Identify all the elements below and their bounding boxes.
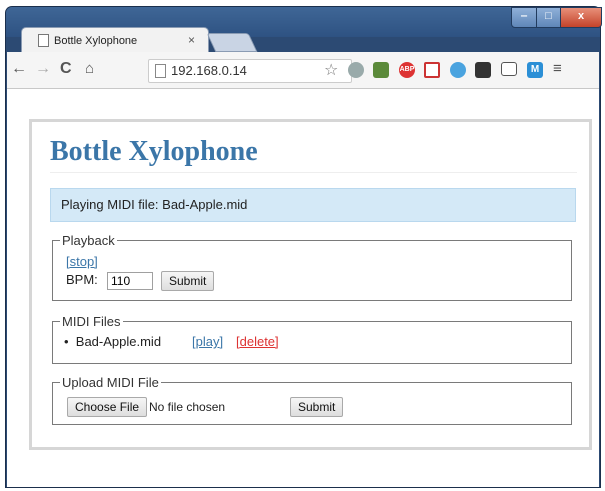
address-bar[interactable]: 192.168.0.14 — [148, 59, 352, 83]
search-extension-icon[interactable] — [348, 62, 364, 78]
menu-icon[interactable]: ≡ — [553, 60, 562, 77]
bpm-submit-button[interactable]: Submit — [161, 271, 215, 291]
back-icon[interactable]: ← — [11, 60, 27, 78]
evernote-extension-icon[interactable] — [373, 62, 389, 78]
close-window-button[interactable]: x — [560, 7, 602, 28]
status-text: Playing MIDI file: Bad-Apple.mid — [61, 197, 248, 212]
page-icon — [155, 64, 166, 78]
tab-title: Bottle Xylophone — [54, 35, 138, 47]
upload-submit-button[interactable]: Submit — [290, 397, 344, 417]
title-divider — [50, 172, 577, 173]
reload-icon[interactable]: C — [60, 60, 72, 78]
minimize-button[interactable]: ‒ — [511, 7, 537, 28]
bpm-label: BPM: — [66, 272, 98, 287]
playback-legend: Playback — [62, 233, 115, 248]
extension-m-icon[interactable]: M — [527, 62, 543, 78]
extension-plus-icon[interactable] — [424, 62, 440, 78]
midi-files-legend: MIDI Files — [62, 314, 121, 329]
play-link[interactable]: [play] — [192, 334, 223, 349]
tab-close-icon[interactable]: × — [188, 33, 195, 47]
browser-toolbar: ← → C ⌂ 192.168.0.14 ☆ ABP M ≡ — [7, 52, 599, 89]
minimize-icon: ‒ — [520, 10, 528, 22]
upload-legend: Upload MIDI File — [62, 375, 159, 390]
bullet: • — [64, 334, 76, 349]
status-alert: Playing MIDI file: Bad-Apple.mid — [50, 188, 576, 222]
midi-filename: Bad-Apple.mid — [75, 334, 162, 349]
browser-tab[interactable]: Bottle Xylophone × — [21, 27, 209, 53]
page-icon — [38, 34, 49, 47]
list-item: • Bad-Apple.mid — [64, 334, 161, 349]
close-icon: x — [577, 10, 585, 22]
stop-link[interactable]: [stop] — [66, 254, 98, 269]
url-text: 192.168.0.14 — [171, 63, 247, 78]
maximize-icon: □ — [545, 10, 552, 22]
forward-icon[interactable]: → — [35, 60, 51, 78]
delete-link[interactable]: [delete] — [236, 334, 279, 349]
extension-film-icon[interactable] — [475, 62, 491, 78]
playback-fieldset: Playback — [52, 233, 572, 301]
no-file-chosen-text: No file chosen — [149, 400, 226, 414]
home-icon[interactable]: ⌂ — [85, 60, 94, 77]
cast-icon[interactable] — [501, 62, 517, 76]
maximize-button[interactable]: □ — [536, 7, 561, 28]
choose-file-button[interactable]: Choose File — [67, 397, 148, 417]
page-title: Bottle Xylophone — [50, 136, 258, 167]
adblock-icon[interactable]: ABP — [399, 62, 415, 78]
bpm-input[interactable] — [107, 272, 153, 290]
bookmark-star-icon[interactable]: ☆ — [324, 60, 338, 80]
new-tab-button[interactable] — [206, 33, 258, 52]
extension-v-icon[interactable] — [450, 62, 466, 78]
